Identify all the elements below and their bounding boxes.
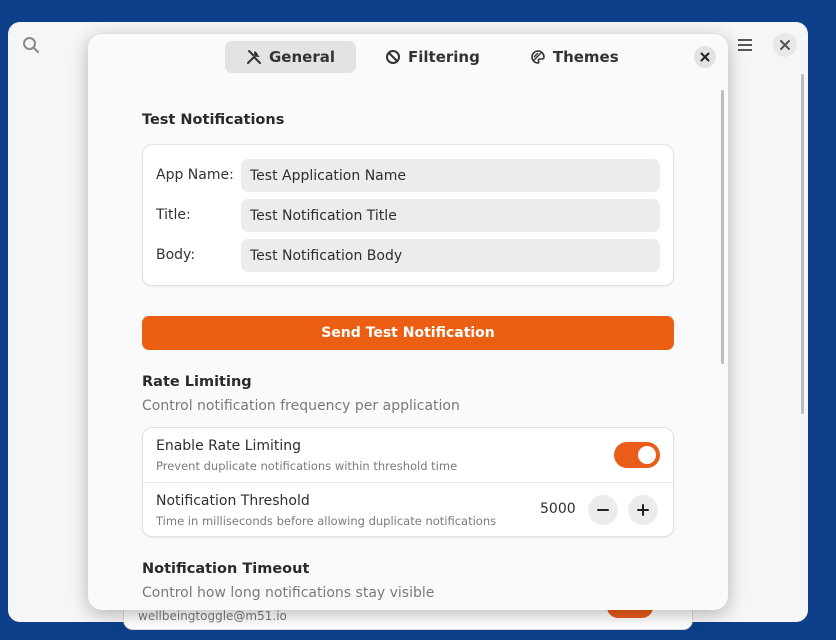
rate-limiting-title: Rate Limiting xyxy=(142,374,252,390)
close-icon xyxy=(700,52,710,62)
send-test-notification-button[interactable]: Send Test Notification xyxy=(142,316,674,350)
hamburger-menu-icon[interactable] xyxy=(736,36,754,54)
tab-themes[interactable]: Themes xyxy=(509,41,640,73)
body-row: Body: xyxy=(156,239,660,272)
tools-icon xyxy=(247,50,261,64)
dialog-scrollbar[interactable] xyxy=(721,90,724,364)
palette-icon xyxy=(531,50,545,64)
decrement-button[interactable] xyxy=(588,495,618,525)
tab-filtering-label: Filtering xyxy=(408,48,480,66)
toggle-knob xyxy=(638,446,656,464)
close-icon xyxy=(780,40,790,50)
app-name-label: App Name: xyxy=(156,167,234,183)
app-name-input[interactable] xyxy=(241,159,660,192)
title-input[interactable] xyxy=(241,199,660,232)
background-scrollbar[interactable] xyxy=(801,74,804,414)
plus-icon xyxy=(637,504,649,516)
test-notifications-card: App Name: Title: Body: xyxy=(142,144,674,286)
tab-bar: General Filtering Themes xyxy=(225,41,640,73)
tab-general-label: General xyxy=(269,48,335,66)
threshold-value[interactable]: 5000 xyxy=(540,501,576,517)
enable-rate-limiting-subtitle: Prevent duplicate notifications within t… xyxy=(156,459,458,473)
notification-threshold-title: Notification Threshold xyxy=(156,493,310,509)
body-input[interactable] xyxy=(241,239,660,272)
preferences-dialog: General Filtering Themes Test Notificati… xyxy=(88,34,728,610)
app-name-row: App Name: xyxy=(156,159,660,192)
notification-timeout-title: Notification Timeout xyxy=(142,561,310,577)
rate-limiting-card: Enable Rate Limiting Prevent duplicate n… xyxy=(142,427,674,537)
background-card-subtitle: wellbeingtoggle@m51.io xyxy=(138,609,287,623)
window-close-button[interactable] xyxy=(773,33,797,57)
dialog-close-button[interactable] xyxy=(694,46,716,68)
enable-rate-limiting-title: Enable Rate Limiting xyxy=(156,438,302,454)
tab-themes-label: Themes xyxy=(552,48,619,66)
test-notifications-title: Test Notifications xyxy=(142,112,285,128)
body-label: Body: xyxy=(156,247,196,263)
search-icon[interactable] xyxy=(22,36,40,54)
block-icon xyxy=(386,50,400,64)
tab-general[interactable]: General xyxy=(225,41,356,73)
row-divider xyxy=(143,482,673,483)
notification-timeout-subtitle: Control how long notifications stay visi… xyxy=(142,585,435,601)
increment-button[interactable] xyxy=(628,495,658,525)
title-row: Title: xyxy=(156,199,660,232)
minus-icon xyxy=(597,509,609,511)
rate-limiting-subtitle: Control notification frequency per appli… xyxy=(142,398,460,414)
rate-limiting-toggle[interactable] xyxy=(614,442,660,468)
tab-filtering[interactable]: Filtering xyxy=(364,41,501,73)
title-label: Title: xyxy=(156,207,191,223)
notification-threshold-subtitle: Time in milliseconds before allowing dup… xyxy=(156,514,497,528)
